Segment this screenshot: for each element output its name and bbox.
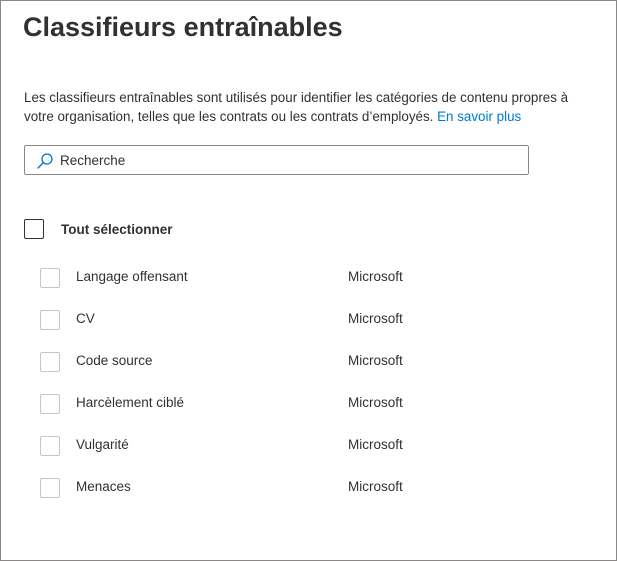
learn-more-link[interactable]: En savoir plus	[437, 109, 521, 124]
classifier-publisher: Microsoft	[348, 269, 403, 284]
classifier-name: Vulgarité	[76, 437, 129, 452]
classifier-name: Harcèlement ciblé	[76, 395, 185, 410]
list-item[interactable]: Vulgarité Microsoft	[40, 435, 540, 456]
list-item[interactable]: Code source Microsoft	[40, 351, 540, 372]
list-item[interactable]: CV Microsoft	[40, 309, 540, 330]
classifier-publisher: Microsoft	[348, 395, 403, 410]
classifier-publisher: Microsoft	[348, 479, 403, 494]
page-description: Les classifieurs entraînables sont utili…	[24, 88, 584, 126]
classifier-publisher: Microsoft	[348, 311, 403, 326]
classifier-publisher: Microsoft	[348, 353, 403, 368]
list-item[interactable]: Langage offensant Microsoft	[40, 267, 540, 288]
row-checkbox[interactable]	[40, 436, 60, 456]
select-all-label: Tout sélectionner	[61, 221, 173, 237]
search-icon	[37, 153, 53, 169]
row-checkbox[interactable]	[40, 478, 60, 498]
classifier-name: Menaces	[76, 479, 131, 494]
classifier-name: Langage offensant	[76, 269, 188, 284]
row-checkbox[interactable]	[40, 268, 60, 288]
page-title: Classifieurs entraînables	[23, 12, 343, 42]
classifier-panel: Classifieurs entraînables Les classifieu…	[0, 0, 617, 561]
select-all-row[interactable]: Tout sélectionner	[24, 219, 173, 239]
search-input[interactable]	[60, 146, 520, 174]
row-checkbox[interactable]	[40, 394, 60, 414]
select-all-checkbox[interactable]	[24, 219, 44, 239]
classifier-name: CV	[76, 311, 95, 326]
row-checkbox[interactable]	[40, 310, 60, 330]
list-item[interactable]: Menaces Microsoft	[40, 477, 540, 498]
list-item[interactable]: Harcèlement ciblé Microsoft	[40, 393, 540, 414]
classifier-name: Code source	[76, 353, 153, 368]
row-checkbox[interactable]	[40, 352, 60, 372]
search-box[interactable]	[24, 145, 529, 175]
classifier-publisher: Microsoft	[348, 437, 403, 452]
